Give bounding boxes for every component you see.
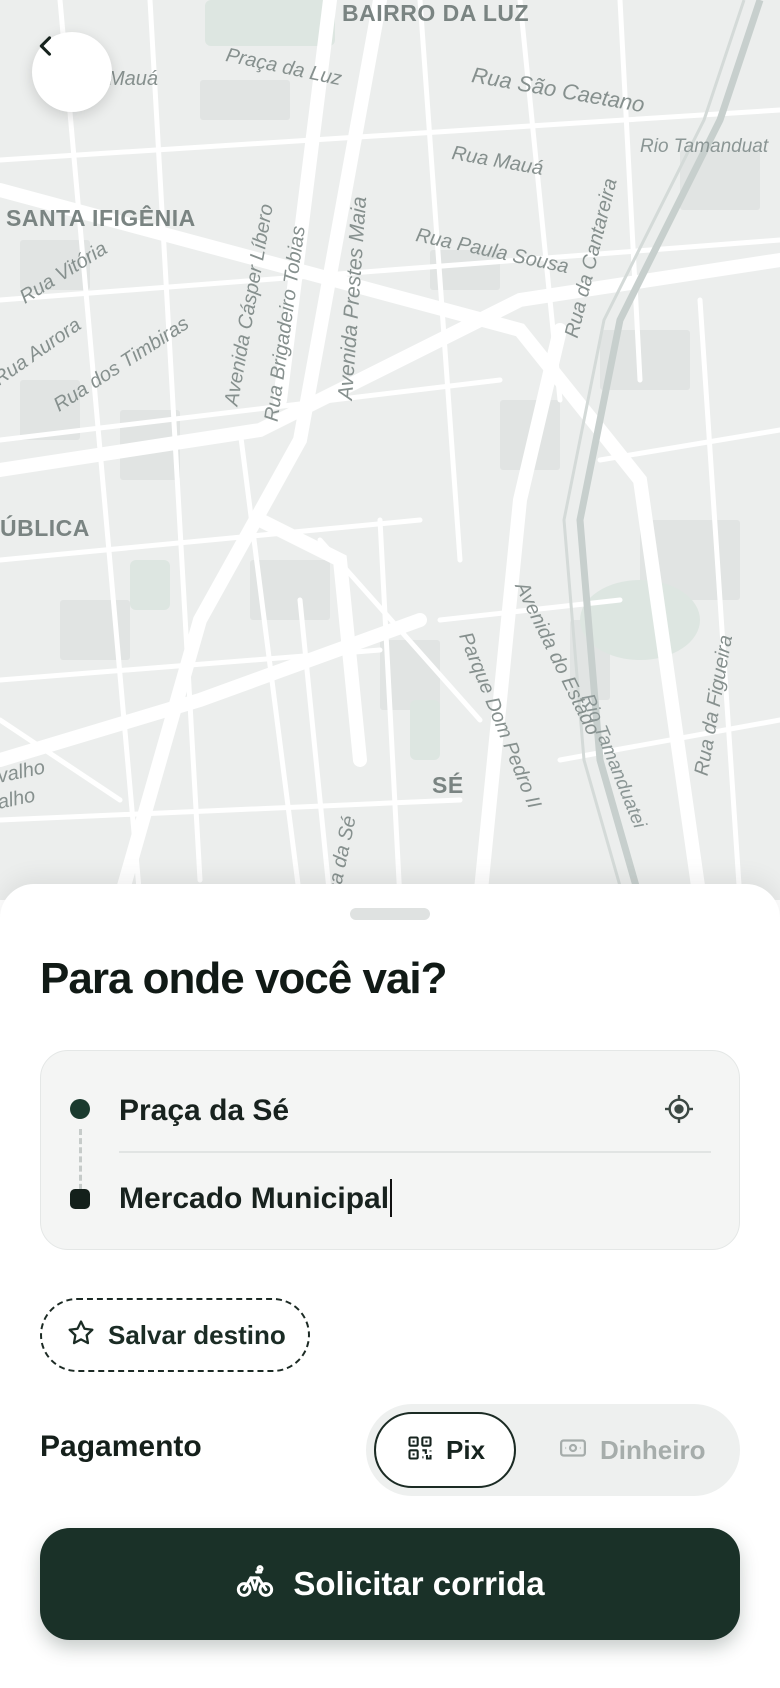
banknote-icon — [558, 1433, 588, 1468]
map-label-rio-tamanduatei-top: Rio Tamanduat — [640, 136, 769, 157]
origin-input-value: Praça da Sé — [119, 1094, 290, 1127]
map-label-bairro-da-luz: BAIRRO DA LUZ — [342, 0, 530, 26]
map-label-se: SÉ — [432, 772, 464, 798]
map-label-republica: ÚBLICA — [0, 515, 90, 541]
route-divider — [119, 1151, 711, 1153]
qr-code-icon — [406, 1434, 434, 1467]
destination-square-icon — [70, 1189, 90, 1209]
payment-option-pix-label: Pix — [446, 1434, 486, 1465]
map-label-santa-ifigenia: SANTA IFIGÊNIA — [6, 205, 196, 231]
payment-option-pix[interactable]: Pix — [374, 1412, 516, 1488]
crosshair-icon — [663, 1093, 695, 1130]
page-title: Para onde você vai? — [40, 954, 448, 1003]
save-destination-button[interactable]: Salvar destino — [40, 1298, 310, 1372]
payment-label: Pagamento — [40, 1430, 202, 1463]
origin-dot-icon — [70, 1099, 90, 1119]
route-card: Praça da Sé Mercado Municipal — [40, 1050, 740, 1250]
star-icon — [66, 1318, 96, 1353]
save-destination-label: Salvar destino — [108, 1319, 286, 1350]
map-label-maua: Mauá — [108, 68, 159, 90]
bottom-sheet: Para onde você vai? Praça da Sé Mercado … — [0, 884, 780, 1688]
back-button[interactable] — [32, 32, 112, 112]
destination-input-value: Mercado Municipal — [119, 1182, 390, 1215]
map-streets — [0, 0, 780, 900]
request-ride-label: Solicitar corrida — [293, 1565, 545, 1602]
payment-option-cash-label: Dinheiro — [600, 1434, 706, 1465]
map-view[interactable]: BAIRRO DA LUZ SANTA IFIGÊNIA ÚBLICA SÉ M… — [0, 0, 780, 900]
sheet-drag-handle[interactable] — [350, 908, 430, 920]
payment-option-cash[interactable]: Dinheiro — [550, 1412, 730, 1488]
origin-input[interactable]: Praça da Sé — [119, 1089, 289, 1133]
payment-method-toggle: Pix Dinheiro — [366, 1404, 740, 1496]
text-caret — [390, 1179, 393, 1218]
bike-icon — [235, 1562, 275, 1607]
current-location-button[interactable] — [661, 1093, 697, 1129]
destination-input[interactable]: Mercado Municipal — [119, 1177, 393, 1221]
request-ride-button[interactable]: Solicitar corrida — [40, 1528, 740, 1640]
